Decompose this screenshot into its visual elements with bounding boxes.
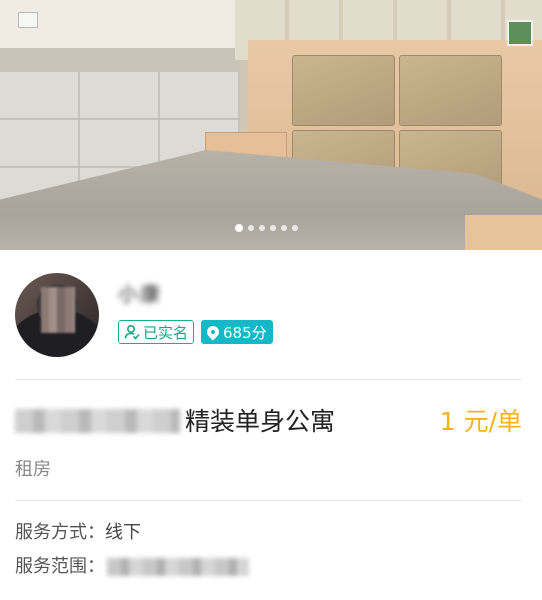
carousel-indicator — [235, 224, 298, 232]
credit-score-badge[interactable]: 685分 — [201, 320, 273, 344]
carousel-dot[interactable] — [259, 225, 265, 231]
carousel-dot[interactable] — [270, 225, 276, 231]
photo-outlet — [18, 12, 38, 28]
service-mode-label: 服务方式： — [15, 522, 105, 543]
listing-title-row: 精装单身公寓 1 元/单 — [15, 405, 522, 439]
carousel-dot[interactable] — [248, 225, 254, 231]
service-mode-value: 线下 — [105, 522, 141, 543]
profile-badges: 已实名 685分 — [118, 320, 273, 344]
title-redacted — [15, 409, 180, 433]
avatar[interactable] — [15, 273, 99, 357]
carousel-dot-active[interactable] — [235, 224, 243, 232]
carousel-dot[interactable] — [281, 225, 287, 231]
credit-score-label: 685分 — [223, 323, 267, 342]
service-area-row: 服务范围： — [15, 552, 249, 578]
verified-badge[interactable]: 已实名 — [118, 320, 195, 344]
photo-bed-frame — [465, 215, 542, 250]
service-area-label: 服务范围： — [15, 556, 105, 577]
service-area-redacted — [107, 558, 249, 576]
username: 小康 — [118, 282, 162, 306]
carousel-dot[interactable] — [292, 225, 298, 231]
verified-label: 已实名 — [143, 323, 189, 342]
listing-title: 精装单身公寓 — [185, 407, 336, 436]
divider — [15, 379, 522, 380]
drop-icon — [204, 323, 222, 341]
photo-switch — [507, 20, 533, 46]
listing-category: 租房 — [15, 459, 51, 480]
listing-photo-carousel[interactable] — [0, 0, 542, 250]
listing-price: 1 元/单 — [439, 407, 522, 436]
divider — [15, 500, 522, 501]
person-check-icon — [124, 324, 140, 340]
service-mode-row: 服务方式：线下 — [15, 518, 141, 544]
